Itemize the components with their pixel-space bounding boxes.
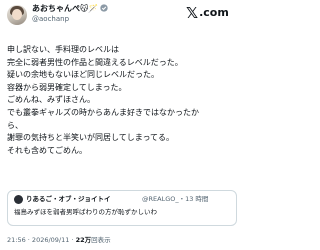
tweet-line: ごめんね、みずほさん。 (7, 95, 95, 105)
tweet-line: でも叢拳ギャルズの時からあんま好きではなかったか (7, 107, 199, 117)
tweet-line: 容器から弱男確定してしまった。 (7, 82, 127, 92)
x-logo-text: .com (199, 6, 229, 19)
tweet-body: 申し訳ない、手料理のレベルは 完全に弱者男性の作品と間違えるレベルだった。 疑い… (7, 44, 239, 157)
quoted-tweet[interactable]: りあるご・オブ・ジョイトイ @REALGO_・13 時間 福島みずほを弱者男呼ば… (7, 190, 237, 226)
quoted-author-handle: @REALGO_・13 時間 (142, 195, 209, 203)
avatar-face (12, 9, 22, 20)
tweet-line: 申し訳ない、手料理のレベルは (7, 45, 119, 54)
tweet-line: 完全に弱者男性の作品と間違えるレベルだった。 (7, 57, 183, 67)
x-logo: 𝕏 .com (186, 4, 229, 22)
tweet-line: 疑いの余地もないほど同じレベルだった。 (7, 70, 159, 80)
author-handle[interactable]: @aochanp (32, 15, 69, 24)
tweet-line: それも含めてごめん。 (7, 145, 87, 155)
x-logo-mark: 𝕏 (186, 4, 199, 22)
tweet-header: あおちゃんぺ😽🪄 @aochanp 𝕏 .com (0, 0, 244, 28)
view-count: 22万 (75, 236, 92, 244)
tweet-timestamp[interactable]: 21:56 · 2026/09/11 · (7, 236, 76, 244)
verified-badge-icon (100, 4, 108, 12)
quoted-author-avatar (14, 195, 23, 204)
tweet-meta: 21:56 · 2026/09/11 · 22万回表示 (7, 236, 111, 245)
author-avatar[interactable] (7, 5, 27, 25)
quoted-author-name: りあるご・オブ・ジョイトイ (26, 195, 111, 203)
author-display-name[interactable]: あおちゃんぺ😽🪄 (32, 4, 98, 14)
tweet-line: ら、 (7, 120, 23, 130)
view-label: 回表示 (91, 236, 111, 244)
tweet-line: 謝罪の気持ちと半笑いが同居してしまってる。 (7, 133, 175, 143)
quoted-tweet-text: 福島みずほを弱者男呼ばわりの方が恥ずかしいわ (14, 208, 157, 216)
